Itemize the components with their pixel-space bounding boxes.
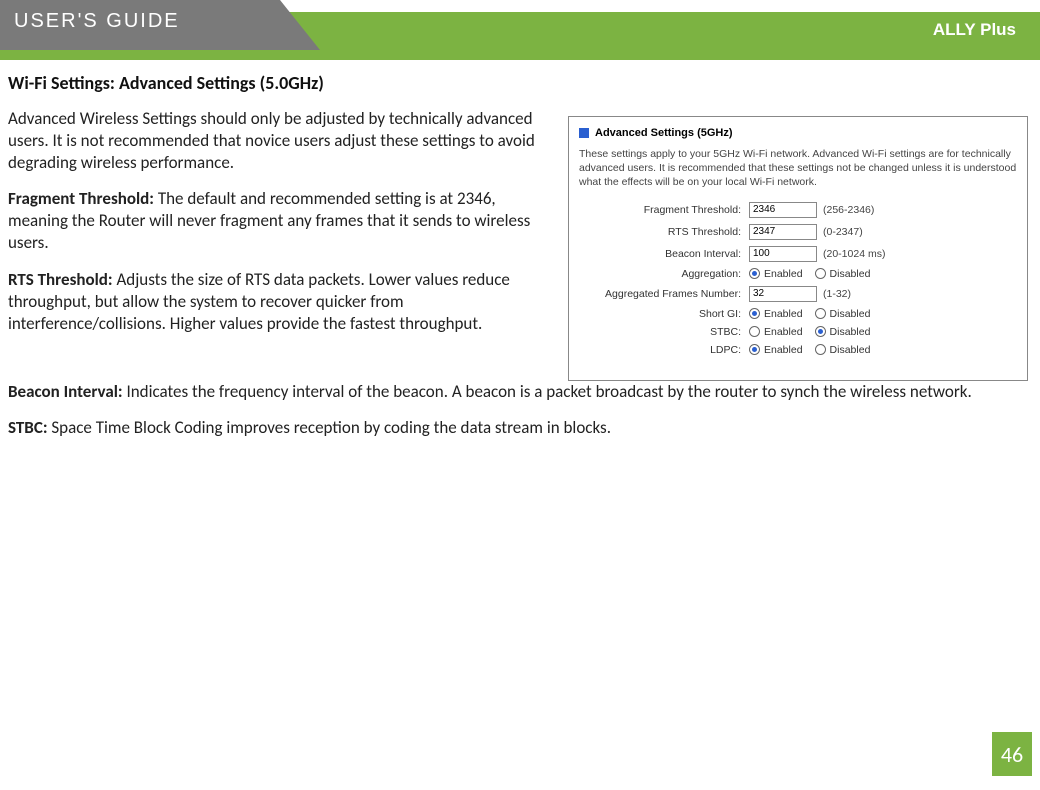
radio-aggregation-disabled[interactable] [815, 268, 826, 279]
row-aggframes: Aggregated Frames Number: (1-32) [579, 286, 1017, 302]
radio-shortgi-enabled-label: Enabled [764, 308, 803, 320]
radio-shortgi-disabled[interactable] [815, 308, 826, 319]
radio-aggregation-enabled-label: Enabled [764, 268, 803, 280]
guide-tab: USER'S GUIDE [0, 0, 280, 50]
fragment-label: Fragment Threshold: [8, 188, 154, 209]
beacon-para: Beacon Interval: Indicates the frequency… [8, 381, 1028, 403]
panel-title-icon [579, 128, 589, 138]
label-stbc: STBC: [579, 326, 749, 338]
page-number: 46 [992, 732, 1032, 776]
radio-aggregation-disabled-label: Disabled [830, 268, 871, 280]
range-beacon: (20-1024 ms) [823, 248, 885, 260]
row-rts: RTS Threshold: (0-2347) [579, 224, 1017, 240]
beacon-text: Indicates the frequency interval of the … [123, 381, 972, 402]
row-aggregation: Aggregation: Enabled Disabled [579, 268, 1017, 280]
radio-ldpc-enabled[interactable] [749, 344, 760, 355]
label-ldpc: LDPC: [579, 344, 749, 356]
input-rts[interactable] [749, 224, 817, 240]
stbc-label: STBC: [8, 417, 48, 438]
label-rts: RTS Threshold: [579, 226, 749, 238]
radio-ldpc-disabled-label: Disabled [830, 344, 871, 356]
settings-panel: Advanced Settings (5GHz) These settings … [568, 116, 1028, 381]
row-beacon: Beacon Interval: (20-1024 ms) [579, 246, 1017, 262]
page-header: USER'S GUIDE ALLY Plus [0, 0, 1040, 50]
panel-title-text: Advanced Settings (5GHz) [595, 127, 733, 139]
radio-aggregation-enabled[interactable] [749, 268, 760, 279]
range-aggframes: (1-32) [823, 288, 851, 300]
radio-ldpc-enabled-label: Enabled [764, 344, 803, 356]
range-fragment: (256-2346) [823, 204, 874, 216]
radio-stbc-disabled-label: Disabled [830, 326, 871, 338]
page-content: Wi-Fi Settings: Advanced Settings (5.0GH… [0, 50, 1040, 439]
fragment-para: Fragment Threshold: The default and reco… [8, 188, 552, 254]
brand-label: ALLY Plus [933, 20, 1016, 40]
rts-label: RTS Threshold: [8, 269, 113, 290]
label-shortgi: Short GI: [579, 308, 749, 320]
label-beacon: Beacon Interval: [579, 248, 749, 260]
row-shortgi: Short GI: Enabled Disabled [579, 308, 1017, 320]
radio-stbc-disabled[interactable] [815, 326, 826, 337]
input-fragment[interactable] [749, 202, 817, 218]
panel-description: These settings apply to your 5GHz Wi-Fi … [579, 147, 1017, 190]
intro-text: Advanced Wireless Settings should only b… [8, 108, 552, 174]
row-ldpc: LDPC: Enabled Disabled [579, 344, 1017, 356]
label-aggframes: Aggregated Frames Number: [579, 288, 749, 300]
page-title: Wi-Fi Settings: Advanced Settings (5.0GH… [8, 72, 1028, 94]
radio-shortgi-enabled[interactable] [749, 308, 760, 319]
radio-shortgi-disabled-label: Disabled [830, 308, 871, 320]
panel-title: Advanced Settings (5GHz) [579, 127, 1017, 139]
row-fragment: Fragment Threshold: (256-2346) [579, 202, 1017, 218]
header-divider [0, 56, 1040, 59]
input-aggframes[interactable] [749, 286, 817, 302]
row-stbc: STBC: Enabled Disabled [579, 326, 1017, 338]
rts-para: RTS Threshold: Adjusts the size of RTS d… [8, 269, 552, 335]
beacon-label: Beacon Interval: [8, 381, 123, 402]
radio-stbc-enabled-label: Enabled [764, 326, 803, 338]
input-beacon[interactable] [749, 246, 817, 262]
radio-stbc-enabled[interactable] [749, 326, 760, 337]
label-aggregation: Aggregation: [579, 268, 749, 280]
radio-ldpc-disabled[interactable] [815, 344, 826, 355]
range-rts: (0-2347) [823, 226, 863, 238]
stbc-para: STBC: Space Time Block Coding improves r… [8, 417, 1028, 439]
stbc-text: Space Time Block Coding improves recepti… [48, 417, 611, 438]
label-fragment: Fragment Threshold: [579, 204, 749, 216]
